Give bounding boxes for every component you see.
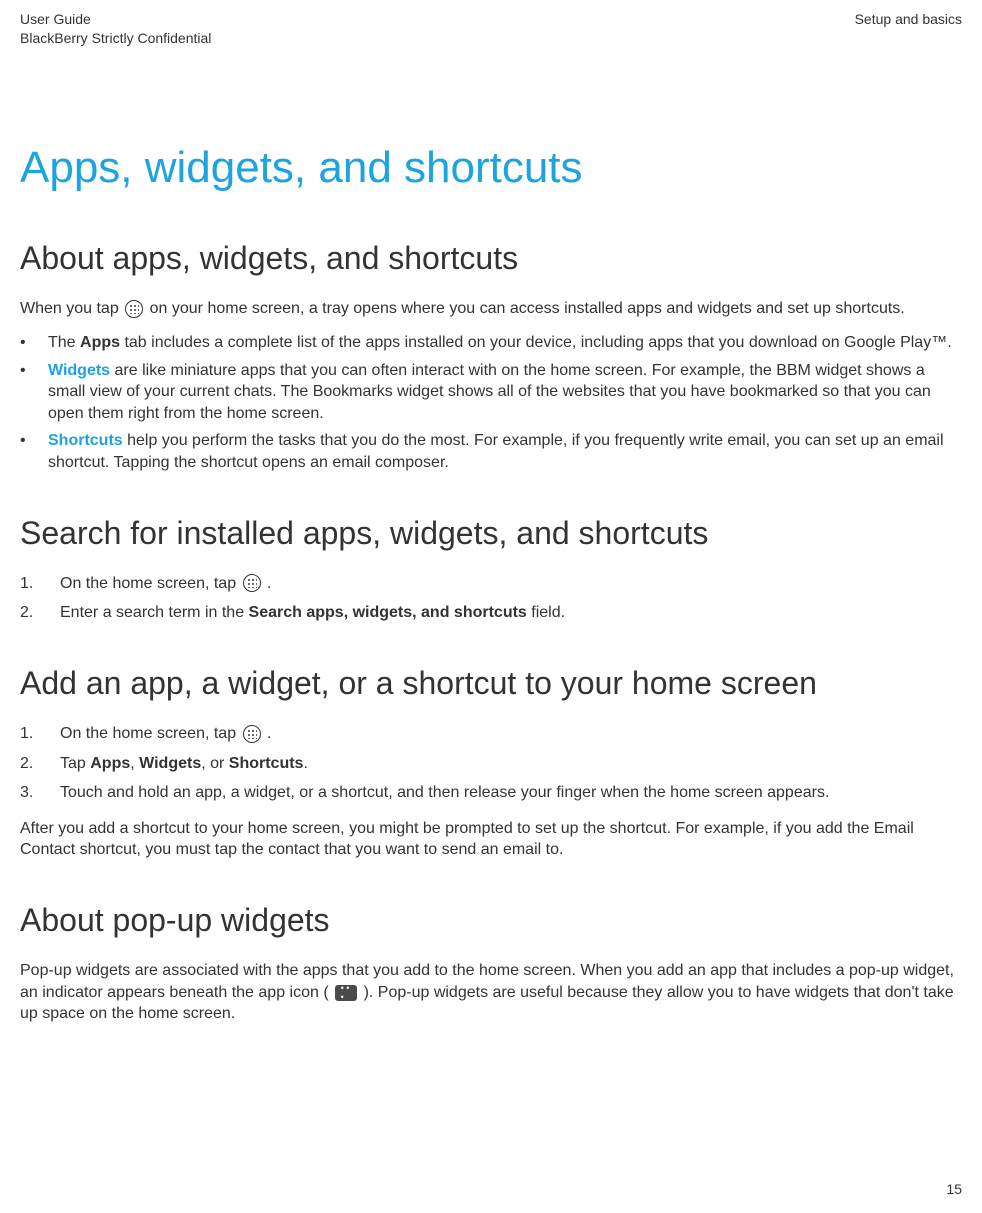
step-number: 3. [20, 782, 60, 804]
bullet-tail: help you perform the tasks that you do t… [48, 432, 944, 471]
lead-bold-blue: Shortcuts [48, 432, 123, 449]
step-pre: On the home screen, tap [60, 575, 241, 592]
step-pre: Tap [60, 755, 90, 772]
step-content: On the home screen, tap . [60, 723, 962, 745]
step-content: Touch and hold an app, a widget, or a sh… [60, 782, 962, 804]
bullet-content: Shortcuts help you perform the tasks tha… [48, 430, 962, 473]
apps-tray-icon [125, 300, 143, 318]
bullet-tail: tab includes a complete list of the apps… [120, 334, 952, 351]
page-number: 15 [946, 1180, 962, 1199]
add-step-1: 1. On the home screen, tap . [20, 723, 962, 745]
main-title: Apps, widgets, and shortcuts [20, 138, 962, 197]
step-content: Tap Apps, Widgets, or Shortcuts. [60, 753, 962, 775]
step-post: field. [527, 604, 565, 621]
section-add-title: Add an app, a widget, or a shortcut to y… [20, 662, 962, 705]
about-bullet-1: • The Apps tab includes a complete list … [20, 332, 962, 354]
step-post: . [267, 725, 271, 742]
step-bold: Search apps, widgets, and shortcuts [249, 604, 527, 621]
step-number: 1. [20, 573, 60, 595]
bullet-content: The Apps tab includes a complete list of… [48, 332, 962, 354]
step-content: Enter a search term in the Search apps, … [60, 602, 962, 624]
bullet-icon: • [20, 430, 48, 473]
search-step-2: 2. Enter a search term in the Search app… [20, 602, 962, 624]
add-steps: 1. On the home screen, tap . 2. Tap Apps… [20, 723, 962, 804]
bullet-icon: • [20, 360, 48, 425]
about-bullet-3: • Shortcuts help you perform the tasks t… [20, 430, 962, 473]
header-right: Setup and basics [855, 10, 962, 48]
step-pre: Enter a search term in the [60, 604, 249, 621]
header-left-line1: User Guide [20, 10, 211, 29]
add-after-note: After you add a shortcut to your home sc… [20, 818, 962, 861]
lead-bold-blue: Widgets [48, 362, 110, 379]
apps-tray-icon [243, 574, 261, 592]
bullet-tail: are like miniature apps that you can oft… [48, 362, 931, 422]
about-bullet-2: • Widgets are like miniature apps that y… [20, 360, 962, 425]
bullet-content: Widgets are like miniature apps that you… [48, 360, 962, 425]
step-pre: On the home screen, tap [60, 725, 241, 742]
popup-paragraph: Pop-up widgets are associated with the a… [20, 960, 962, 1025]
step-post: . [267, 575, 271, 592]
step-content: On the home screen, tap . [60, 573, 962, 595]
sep1: , [130, 755, 139, 772]
about-intro-post: on your home screen, a tray opens where … [150, 300, 905, 317]
popup-indicator-icon [335, 985, 357, 1001]
section-search-title: Search for installed apps, widgets, and … [20, 512, 962, 555]
b2: Widgets [139, 755, 201, 772]
bullet-icon: • [20, 332, 48, 354]
about-intro: When you tap on your home screen, a tray… [20, 298, 962, 320]
section-about-title: About apps, widgets, and shortcuts [20, 237, 962, 280]
add-step-2: 2. Tap Apps, Widgets, or Shortcuts. [20, 753, 962, 775]
section-popup-title: About pop-up widgets [20, 899, 962, 942]
search-step-1: 1. On the home screen, tap . [20, 573, 962, 595]
step-post: . [303, 755, 307, 772]
add-step-3: 3. Touch and hold an app, a widget, or a… [20, 782, 962, 804]
page-header: User Guide BlackBerry Strictly Confident… [20, 10, 962, 48]
step-number: 1. [20, 723, 60, 745]
b3: Shortcuts [229, 755, 304, 772]
b1: Apps [90, 755, 130, 772]
header-left: User Guide BlackBerry Strictly Confident… [20, 10, 211, 48]
search-steps: 1. On the home screen, tap . 2. Enter a … [20, 573, 962, 624]
step-number: 2. [20, 753, 60, 775]
header-left-line2: BlackBerry Strictly Confidential [20, 29, 211, 48]
lead-bold: Apps [80, 334, 120, 351]
sep2: , or [201, 755, 229, 772]
step-number: 2. [20, 602, 60, 624]
about-intro-pre: When you tap [20, 300, 123, 317]
about-bullet-list: • The Apps tab includes a complete list … [20, 332, 962, 474]
apps-tray-icon [243, 725, 261, 743]
lead-pre: The [48, 334, 80, 351]
